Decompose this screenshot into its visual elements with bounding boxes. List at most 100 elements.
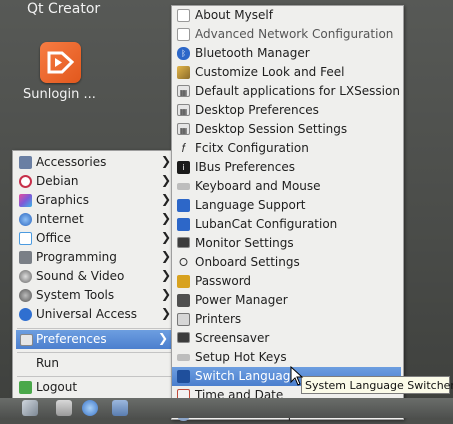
hotkeys-icon (177, 354, 190, 361)
switch-language-icon (177, 370, 190, 383)
submenu-item-label: Desktop Session Settings (195, 122, 348, 136)
menu-item-office[interactable]: Office ❯ (13, 229, 176, 248)
monitor-icon (177, 237, 190, 248)
submenu-item[interactable]: Customize Look and Feel (172, 63, 401, 82)
menu-item-programming[interactable]: Programming ❯ (13, 248, 176, 267)
graphics-icon (19, 194, 32, 207)
submenu-item[interactable]: Advanced Network Configuration (172, 25, 401, 44)
submenu-item[interactable]: ▦ Default applications for LXSession (172, 82, 401, 101)
submenu-item-label: About Myself (195, 8, 273, 22)
menu-item-internet[interactable]: Internet ❯ (13, 210, 176, 229)
submenu-item[interactable]: Monitor Settings (172, 234, 401, 253)
submenu-item[interactable]: Keyboard and Mouse (172, 177, 401, 196)
menu-separator (17, 376, 172, 377)
sound-video-icon (19, 270, 32, 283)
sunlogin-app-label[interactable]: Sunlogin ... (23, 87, 96, 102)
menu-item-label: Run (36, 356, 60, 370)
submenu-item-label: Keyboard and Mouse (195, 179, 321, 193)
chevron-right-icon: ❯ (160, 306, 171, 320)
about-myself-icon (177, 9, 190, 22)
tooltip: System Language Switcher (301, 376, 453, 394)
chevron-right-icon: ❯ (157, 331, 168, 345)
start-menu-icon[interactable] (22, 400, 38, 416)
submenu-item-label: Desktop Preferences (195, 103, 319, 117)
menu-item-label: Programming (36, 250, 117, 264)
submenu-item[interactable]: Power Manager (172, 291, 401, 310)
submenu-item[interactable]: ⭘ Onboard Settings (172, 253, 401, 272)
submenu-item-label: Printers (195, 312, 242, 326)
submenu-item[interactable]: i IBus Preferences (172, 158, 401, 177)
menu-item-label: Accessories (36, 155, 107, 169)
submenu-item[interactable]: Printers (172, 310, 401, 329)
screensaver-icon (177, 332, 190, 343)
chevron-right-icon: ❯ (160, 173, 171, 187)
accessories-icon (19, 156, 32, 169)
session-icon: ▦ (177, 123, 190, 135)
menu-item-label: Debian (36, 174, 79, 188)
submenu-item[interactable]: ▦ Desktop Session Settings (172, 120, 401, 139)
logout-icon (19, 381, 32, 394)
menu-item-graphics[interactable]: Graphics ❯ (13, 191, 176, 210)
language-icon (177, 199, 190, 212)
menu-item-run[interactable]: Run (13, 354, 176, 373)
submenu-item[interactable]: Password (172, 272, 401, 291)
chevron-right-icon: ❯ (160, 287, 171, 301)
power-icon (177, 294, 190, 307)
submenu-item-label: Fcitx Configuration (195, 141, 309, 155)
programming-icon (19, 251, 32, 264)
menu-item-sound-video[interactable]: Sound & Video ❯ (13, 267, 176, 286)
submenu-item[interactable]: About Myself (172, 6, 401, 25)
printer-icon (177, 313, 190, 326)
menu-separator (17, 352, 172, 353)
submenu-item[interactable]: LubanCat Configuration (172, 215, 401, 234)
menu-item-label: Logout (36, 380, 78, 394)
taskbar (0, 398, 453, 418)
submenu-item[interactable]: ▦ Desktop Preferences (172, 101, 401, 120)
network-icon (177, 28, 190, 41)
chevron-right-icon: ❯ (160, 249, 171, 263)
submenu-item-label: Power Manager (195, 293, 288, 307)
submenu-item[interactable]: ᛒ Bluetooth Manager (172, 44, 401, 63)
universal-access-icon (19, 308, 32, 321)
menu-separator (17, 328, 172, 329)
lubancat-icon (177, 218, 190, 231)
bluetooth-icon: ᛒ (177, 47, 190, 60)
desktop-switch-icon[interactable] (112, 400, 128, 416)
submenu-item[interactable]: Screensaver (172, 329, 401, 348)
password-icon (177, 275, 190, 288)
submenu-item-label: Setup Hot Keys (195, 350, 287, 364)
menu-item-universal-access[interactable]: Universal Access ❯ (13, 305, 176, 324)
preferences-submenu: About Myself Advanced Network Configurat… (171, 5, 404, 421)
customize-icon (177, 66, 190, 79)
submenu-item-label: Screensaver (195, 331, 270, 345)
submenu-item[interactable]: 𝑓 Fcitx Configuration (172, 139, 401, 158)
menu-item-accessories[interactable]: Accessories ❯ (13, 153, 176, 172)
browser-icon[interactable] (82, 400, 98, 416)
submenu-item[interactable]: Language Support (172, 196, 401, 215)
menu-item-label: Sound & Video (36, 269, 125, 283)
chevron-right-icon: ❯ (160, 192, 171, 206)
menu-item-label: Preferences (36, 332, 107, 346)
sunlogin-app-icon[interactable] (40, 42, 81, 83)
submenu-item-label: Onboard Settings (195, 255, 300, 269)
submenu-item-label: Password (195, 274, 252, 288)
menu-item-label: Internet (36, 212, 84, 226)
main-menu: Accessories ❯ Debian ❯ Graphics ❯ Intern… (12, 150, 177, 400)
preferences-icon (20, 334, 33, 346)
menu-item-debian[interactable]: Debian ❯ (13, 172, 176, 191)
office-icon (19, 232, 32, 245)
submenu-item[interactable]: Setup Hot Keys (172, 348, 401, 367)
keyboard-icon (177, 183, 190, 190)
menu-item-preferences[interactable]: Preferences ❯ (16, 330, 173, 349)
file-manager-icon[interactable] (56, 400, 72, 416)
default-apps-icon: ▦ (177, 85, 190, 97)
ibus-icon: i (177, 161, 190, 174)
submenu-item-label: Default applications for LXSession (195, 84, 400, 98)
chevron-right-icon: ❯ (160, 230, 171, 244)
menu-item-system-tools[interactable]: System Tools ❯ (13, 286, 176, 305)
debian-icon (19, 175, 32, 188)
submenu-item-label: Monitor Settings (195, 236, 294, 250)
desktop-prefs-icon: ▦ (177, 104, 190, 116)
submenu-item-label: Language Support (195, 198, 306, 212)
menu-item-logout[interactable]: Logout (13, 378, 176, 397)
